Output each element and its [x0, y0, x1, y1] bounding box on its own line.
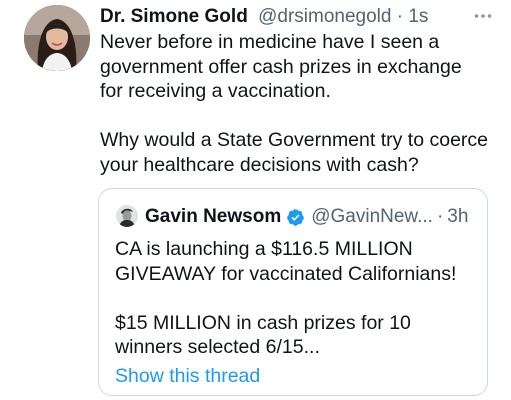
separator-dot: ·	[436, 206, 444, 227]
show-thread-link[interactable]: Show this thread	[115, 365, 260, 388]
quoted-author-handle[interactable]: @GavinNew...	[311, 206, 433, 228]
author-avatar[interactable]	[24, 5, 90, 71]
quoted-tweet-card[interactable]: Gavin Newsom @GavinNew... · 3h CA is lau…	[98, 188, 488, 396]
more-options-button[interactable]	[469, 6, 497, 26]
quoted-tweet-text: CA is launching a $116.5 MILLION GIVEAWA…	[115, 238, 457, 358]
quoted-author-name[interactable]: Gavin Newsom	[145, 206, 281, 228]
author-name[interactable]: Dr. Simone Gold	[100, 6, 248, 27]
tweet-timestamp[interactable]: 1s	[408, 6, 428, 27]
profile-photo-icon	[116, 205, 138, 227]
quoted-author-avatar[interactable]	[116, 205, 138, 227]
quoted-tweet-timestamp[interactable]: 3h	[447, 206, 468, 228]
tweet[interactable]: Dr. Simone Gold @drsimonegold · 1s Never…	[0, 0, 511, 400]
tweet-text: Never before in medicine have I seen a g…	[100, 31, 489, 176]
quoted-tweet-header: Gavin Newsom @GavinNew... · 3h	[145, 205, 475, 229]
tweet-header: Dr. Simone Gold @drsimonegold · 1s	[100, 6, 491, 30]
verified-badge-icon	[286, 208, 305, 227]
author-handle[interactable]: @drsimonegold	[258, 6, 391, 27]
separator-dot: ·	[396, 6, 404, 27]
profile-photo-icon	[24, 5, 90, 71]
more-horizontal-icon	[474, 14, 492, 18]
